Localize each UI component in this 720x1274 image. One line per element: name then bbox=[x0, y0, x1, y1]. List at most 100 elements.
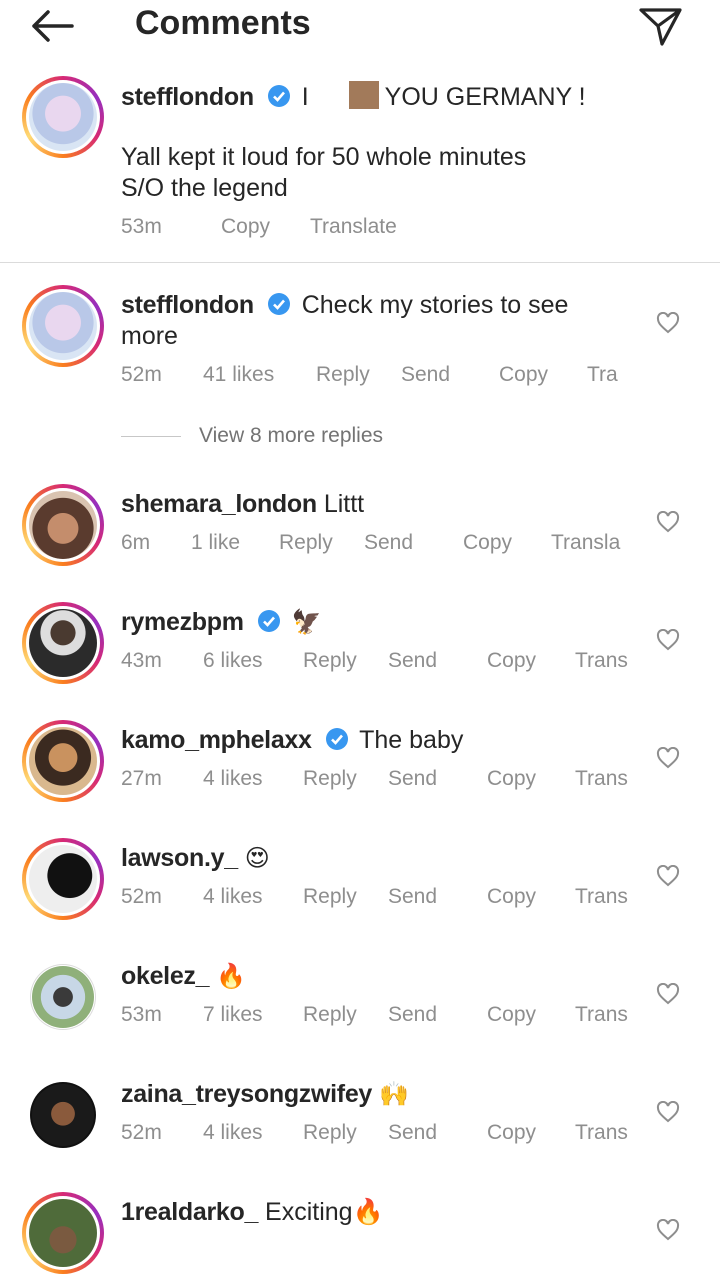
username[interactable]: okelez_ bbox=[121, 962, 210, 990]
likes-count[interactable]: 4 likes bbox=[203, 885, 263, 909]
caption-text-2: YOU GERMANY ! bbox=[384, 83, 586, 111]
copy-button[interactable]: Copy bbox=[487, 767, 536, 791]
timestamp: 6m bbox=[121, 531, 151, 554]
comment-text: 🙌 bbox=[379, 1081, 409, 1108]
avatar[interactable] bbox=[22, 838, 104, 920]
like-heart-icon[interactable] bbox=[656, 1101, 680, 1123]
verified-badge-icon bbox=[267, 293, 290, 315]
likes-count[interactable]: 4 likes bbox=[203, 1121, 263, 1145]
send-direct-icon[interactable] bbox=[636, 4, 684, 48]
reply-button[interactable]: Reply bbox=[316, 363, 370, 387]
like-heart-icon[interactable] bbox=[656, 983, 680, 1005]
comment-line1: kamo_mphelaxx The baby bbox=[121, 725, 463, 756]
username[interactable]: lawson.y_ bbox=[121, 844, 238, 872]
timestamp: 53m bbox=[121, 215, 162, 238]
username[interactable]: shemara_london bbox=[121, 490, 317, 518]
translate-button[interactable]: Trans bbox=[575, 1003, 628, 1027]
copy-button[interactable]: Copy bbox=[463, 531, 512, 555]
post-caption-line2: Yall kept it loud for 50 whole minutes bbox=[121, 143, 527, 171]
avatar[interactable] bbox=[22, 602, 104, 684]
divider bbox=[0, 262, 720, 263]
username[interactable]: stefflondon bbox=[121, 291, 254, 319]
comment-line1: shemara_london Littt bbox=[121, 489, 364, 520]
copy-button[interactable]: Copy bbox=[487, 885, 536, 909]
reply-button[interactable]: Reply bbox=[303, 649, 357, 673]
like-heart-icon[interactable] bbox=[656, 747, 680, 769]
translate-button[interactable]: Transla bbox=[551, 531, 620, 555]
likes-count[interactable]: 1 like bbox=[191, 531, 240, 555]
likes-count[interactable]: 41 likes bbox=[203, 363, 274, 387]
reply-button[interactable]: Reply bbox=[303, 885, 357, 909]
comment-text: 🦅 bbox=[291, 609, 322, 636]
post-caption-line1: stefflondon I YOU GERMANY ! bbox=[121, 81, 586, 113]
avatar[interactable] bbox=[22, 76, 104, 158]
like-heart-icon[interactable] bbox=[656, 1219, 680, 1241]
skin-tone-swatch bbox=[348, 81, 379, 109]
comment-text: 🔥 bbox=[216, 963, 247, 990]
comment-text: 😍 bbox=[244, 845, 270, 872]
verified-badge-icon bbox=[257, 610, 280, 632]
translate-button[interactable]: Trans bbox=[575, 649, 628, 673]
username[interactable]: rymezbpm bbox=[121, 608, 244, 636]
copy-button[interactable]: Copy bbox=[499, 363, 548, 387]
comment-line1: okelez_ 🔥 bbox=[121, 961, 246, 992]
username[interactable]: zaina_treysongzwifey bbox=[121, 1080, 372, 1108]
comment-line1: 1realdarko_ Exciting🔥 bbox=[121, 1197, 384, 1228]
send-button[interactable]: Send bbox=[388, 649, 437, 673]
comment-line1: lawson.y_ 😍 bbox=[121, 843, 270, 874]
comment-text: Exciting🔥 bbox=[265, 1198, 384, 1226]
copy-button[interactable]: Copy bbox=[487, 1003, 536, 1027]
avatar[interactable] bbox=[22, 285, 104, 367]
avatar[interactable] bbox=[30, 1082, 96, 1148]
translate-button[interactable]: Trans bbox=[575, 885, 628, 909]
translate-button[interactable]: Translate bbox=[310, 215, 397, 239]
timestamp: 52m bbox=[121, 885, 162, 908]
translate-button[interactable]: Tra bbox=[587, 363, 618, 387]
comment-text: Check my stories to see bbox=[301, 291, 569, 319]
likes-count[interactable]: 4 likes bbox=[203, 767, 263, 791]
username[interactable]: kamo_mphelaxx bbox=[121, 726, 312, 754]
copy-button[interactable]: Copy bbox=[487, 649, 536, 673]
comment-line2: more bbox=[121, 322, 178, 350]
caption-text: I bbox=[301, 83, 309, 111]
like-heart-icon[interactable] bbox=[656, 312, 680, 334]
like-heart-icon[interactable] bbox=[656, 629, 680, 651]
send-button[interactable]: Send bbox=[388, 1121, 437, 1145]
reply-button[interactable]: Reply bbox=[303, 767, 357, 791]
timestamp: 27m bbox=[121, 767, 162, 790]
copy-button[interactable]: Copy bbox=[487, 1121, 536, 1145]
avatar[interactable] bbox=[22, 720, 104, 802]
verified-badge-icon bbox=[267, 85, 290, 107]
like-heart-icon[interactable] bbox=[656, 865, 680, 887]
timestamp: 52m bbox=[121, 1121, 162, 1144]
send-button[interactable]: Send bbox=[388, 1003, 437, 1027]
reply-button[interactable]: Reply bbox=[279, 531, 333, 555]
send-button[interactable]: Send bbox=[364, 531, 413, 555]
username[interactable]: stefflondon bbox=[121, 83, 254, 111]
avatar[interactable] bbox=[22, 484, 104, 566]
avatar[interactable] bbox=[30, 964, 96, 1030]
send-button[interactable]: Send bbox=[388, 885, 437, 909]
send-button[interactable]: Send bbox=[388, 767, 437, 791]
post-caption-line3: S/O the legend bbox=[121, 174, 288, 202]
timestamp: 53m bbox=[121, 1003, 162, 1026]
back-arrow-icon[interactable] bbox=[28, 6, 78, 46]
translate-button[interactable]: Trans bbox=[575, 1121, 628, 1145]
avatar[interactable] bbox=[22, 1192, 104, 1274]
verified-badge-icon bbox=[325, 728, 348, 750]
likes-count[interactable]: 7 likes bbox=[203, 1003, 263, 1027]
likes-count[interactable]: 6 likes bbox=[203, 649, 263, 673]
like-heart-icon[interactable] bbox=[656, 511, 680, 533]
comment-text: Littt bbox=[323, 490, 365, 518]
comment-line1: zaina_treysongzwifey 🙌 bbox=[121, 1079, 409, 1110]
translate-button[interactable]: Trans bbox=[575, 767, 628, 791]
view-more-replies-button[interactable]: View 8 more replies bbox=[199, 424, 383, 448]
copy-button[interactable]: Copy bbox=[221, 215, 270, 239]
reply-button[interactable]: Reply bbox=[303, 1003, 357, 1027]
comment-line1: stefflondon Check my stories to see bbox=[121, 290, 568, 321]
timestamp: 52m bbox=[121, 363, 162, 386]
send-button[interactable]: Send bbox=[401, 363, 450, 387]
top-bar: Comments bbox=[0, 0, 720, 56]
reply-button[interactable]: Reply bbox=[303, 1121, 357, 1145]
username[interactable]: 1realdarko_ bbox=[121, 1198, 258, 1226]
